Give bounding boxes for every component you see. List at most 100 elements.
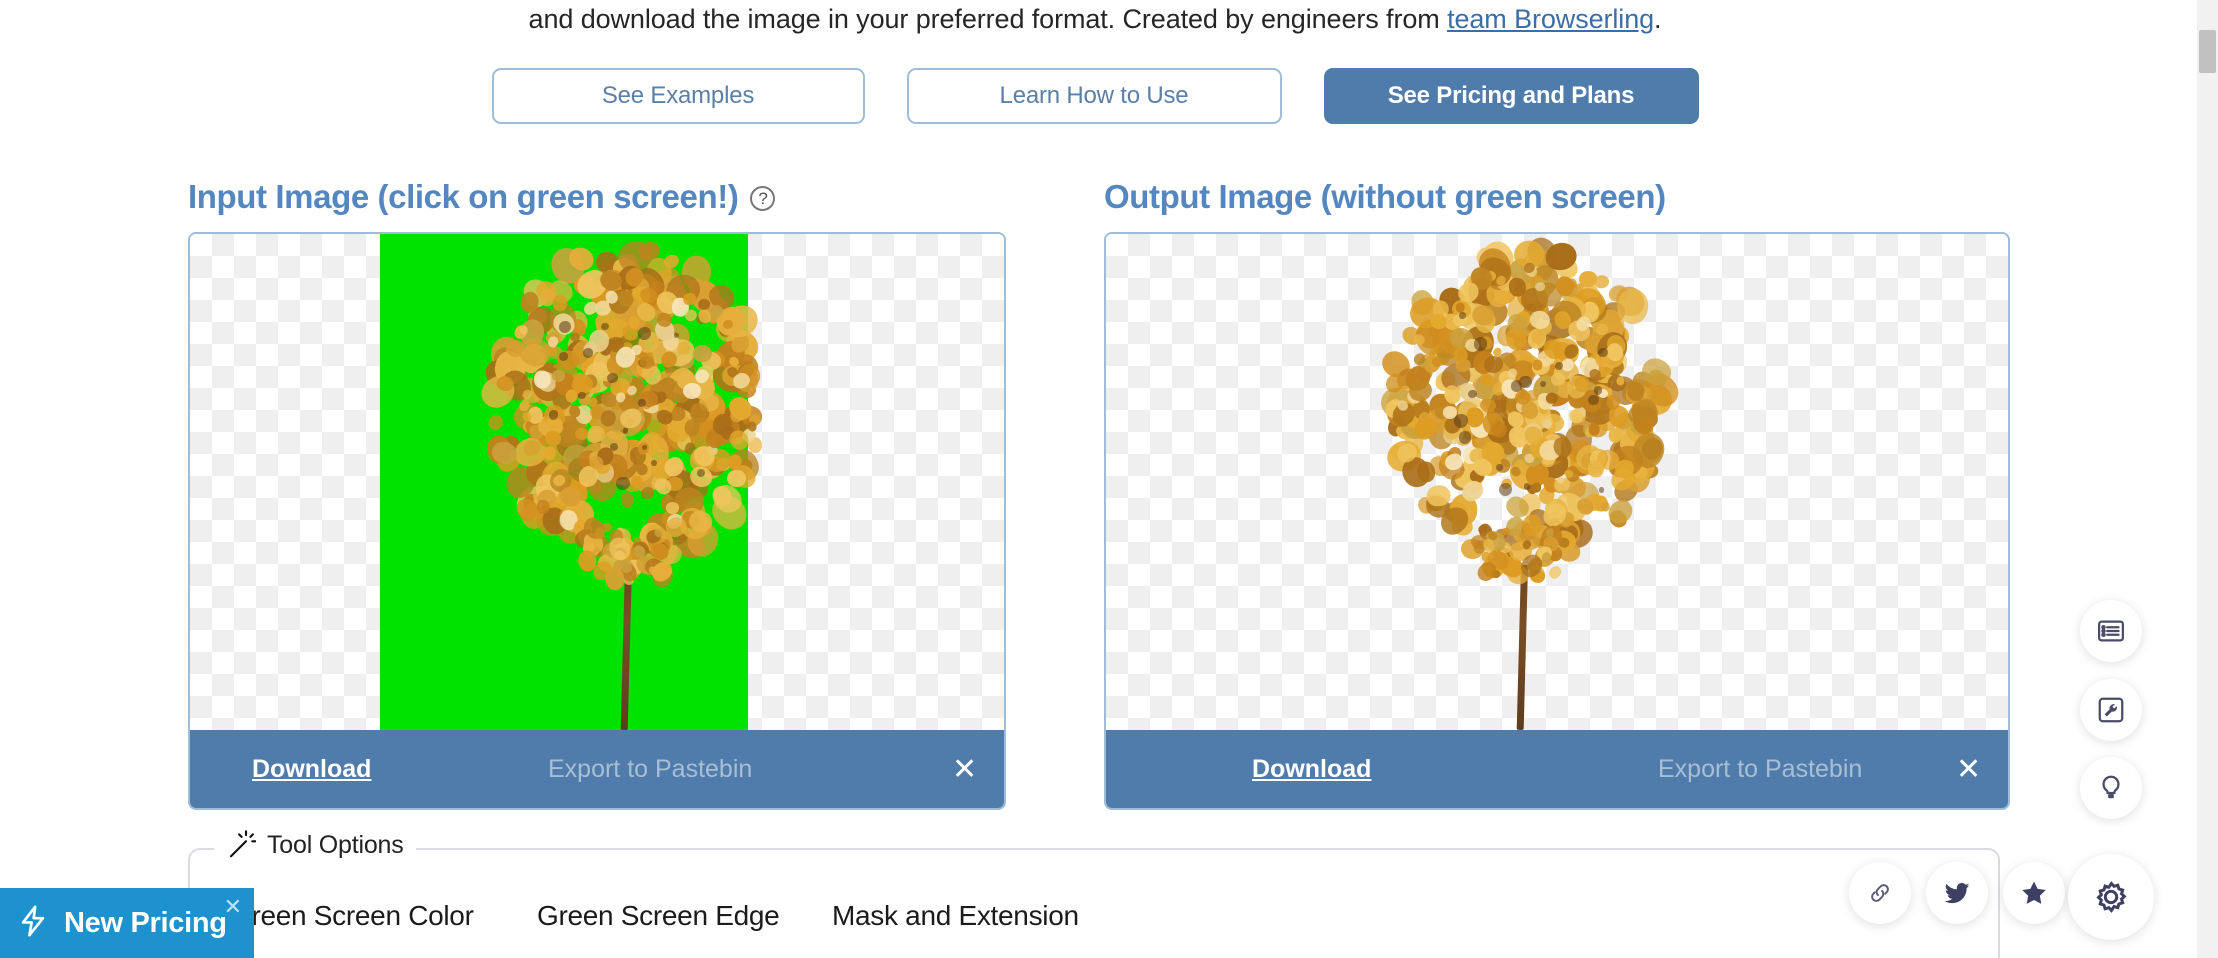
petal — [1590, 342, 1631, 380]
option-green-screen-color[interactable]: Green Screen Color — [230, 900, 474, 932]
petal — [1464, 268, 1503, 305]
petal — [1412, 399, 1432, 420]
petal-shadow — [1524, 483, 1531, 490]
input-heading-label: Input Image (click on green screen!) — [188, 178, 738, 216]
petal — [1470, 415, 1491, 438]
input-download-link[interactable]: Download — [252, 755, 371, 784]
petal — [1443, 384, 1461, 403]
petal — [1553, 309, 1573, 330]
petal — [1518, 311, 1539, 333]
petal — [1499, 477, 1514, 491]
petal — [1471, 538, 1489, 557]
petal — [1426, 452, 1453, 479]
petal — [1634, 385, 1652, 401]
petal — [1476, 376, 1495, 393]
petal — [1441, 499, 1470, 526]
petal — [1578, 271, 1598, 289]
petal — [1520, 399, 1557, 438]
output-action-bar: Download Export to Pastebin ✕ — [1106, 730, 2008, 808]
option-mask-and-extension[interactable]: Mask and Extension — [832, 900, 1079, 932]
petal — [1527, 468, 1546, 485]
page-scrollbar-thumb[interactable] — [2199, 30, 2216, 73]
petal — [1522, 234, 1562, 273]
petal — [1631, 465, 1648, 481]
see-examples-button[interactable]: See Examples — [492, 68, 865, 124]
petal — [1432, 299, 1450, 318]
list-icon-button[interactable] — [2080, 600, 2142, 662]
petal — [1512, 239, 1546, 270]
learn-how-to-use-button[interactable]: Learn How to Use — [907, 68, 1282, 124]
lightbulb-icon-button[interactable] — [2080, 757, 2142, 819]
petal — [1584, 447, 1609, 470]
star-icon-button[interactable] — [2003, 862, 2065, 924]
petal — [1566, 322, 1582, 338]
petal — [1416, 356, 1429, 369]
petal — [1481, 374, 1492, 386]
tool-options-label: Tool Options — [267, 831, 404, 860]
petal — [1540, 306, 1577, 339]
see-pricing-and-plans-button[interactable]: See Pricing and Plans — [1324, 68, 1699, 124]
output-canvas[interactable] — [1106, 234, 2008, 730]
question-circle-icon[interactable]: ? — [750, 186, 775, 211]
petal — [1515, 402, 1549, 437]
input-canvas[interactable] — [190, 234, 1004, 730]
petal — [1645, 366, 1670, 391]
twitter-icon-button[interactable] — [1926, 862, 1988, 924]
new-pricing-close-icon[interactable]: ✕ — [224, 894, 242, 920]
team-browserling-link[interactable]: team Browserling — [1447, 4, 1654, 34]
output-download-link[interactable]: Download — [1252, 755, 1371, 784]
petal — [1411, 291, 1433, 316]
link-icon-button[interactable] — [1849, 862, 1911, 924]
petal — [1514, 526, 1544, 554]
petal — [1479, 555, 1507, 581]
petal — [1539, 451, 1555, 469]
petal — [1567, 387, 1587, 409]
petal — [1536, 485, 1557, 507]
petal — [1510, 404, 1536, 431]
wrench-tools-icon-button[interactable] — [2080, 679, 2142, 741]
petal — [1559, 543, 1580, 562]
petal — [1577, 352, 1604, 378]
petal — [1381, 380, 1425, 423]
input-export-pastebin-link[interactable]: Export to Pastebin — [548, 755, 752, 784]
petal — [1520, 512, 1545, 539]
petal — [1454, 471, 1474, 488]
petal — [1529, 371, 1563, 407]
petal — [1509, 542, 1532, 561]
petal — [1527, 563, 1539, 576]
petal — [1502, 514, 1527, 540]
gear-icon-button[interactable] — [2068, 854, 2154, 940]
petal — [1382, 396, 1408, 422]
petal — [1472, 243, 1504, 275]
option-green-screen-edge[interactable]: Green Screen Edge — [537, 900, 779, 932]
petal — [1565, 503, 1587, 523]
petal — [1466, 422, 1507, 463]
new-pricing-toast[interactable]: New Pricing ✕ — [0, 888, 254, 958]
output-close-icon[interactable]: ✕ — [1956, 752, 1981, 787]
petal — [1608, 428, 1621, 443]
petal — [1440, 416, 1467, 443]
petal — [1477, 523, 1490, 535]
petal — [1474, 559, 1500, 585]
green-screen-backdrop[interactable] — [380, 234, 748, 730]
input-close-icon[interactable]: ✕ — [952, 752, 977, 787]
petal — [1492, 349, 1521, 376]
output-export-pastebin-link[interactable]: Export to Pastebin — [1658, 755, 1862, 784]
petal — [1517, 551, 1547, 581]
petal — [1606, 395, 1621, 411]
petal-shadow — [1599, 487, 1605, 493]
petal — [1580, 374, 1614, 406]
petal — [1401, 455, 1432, 489]
petal — [1445, 445, 1465, 465]
petal — [1521, 423, 1542, 446]
page-scrollbar-track[interactable] — [2197, 0, 2218, 958]
petal — [1494, 269, 1520, 293]
petal — [1392, 364, 1421, 393]
petal — [1431, 368, 1459, 396]
lightning-bolt-icon — [16, 901, 50, 946]
petal — [1600, 344, 1625, 371]
petal — [1536, 371, 1579, 411]
petal — [1425, 490, 1450, 514]
petal — [1561, 342, 1581, 362]
input-image-panel: Download Export to Pastebin ✕ — [188, 232, 1006, 810]
